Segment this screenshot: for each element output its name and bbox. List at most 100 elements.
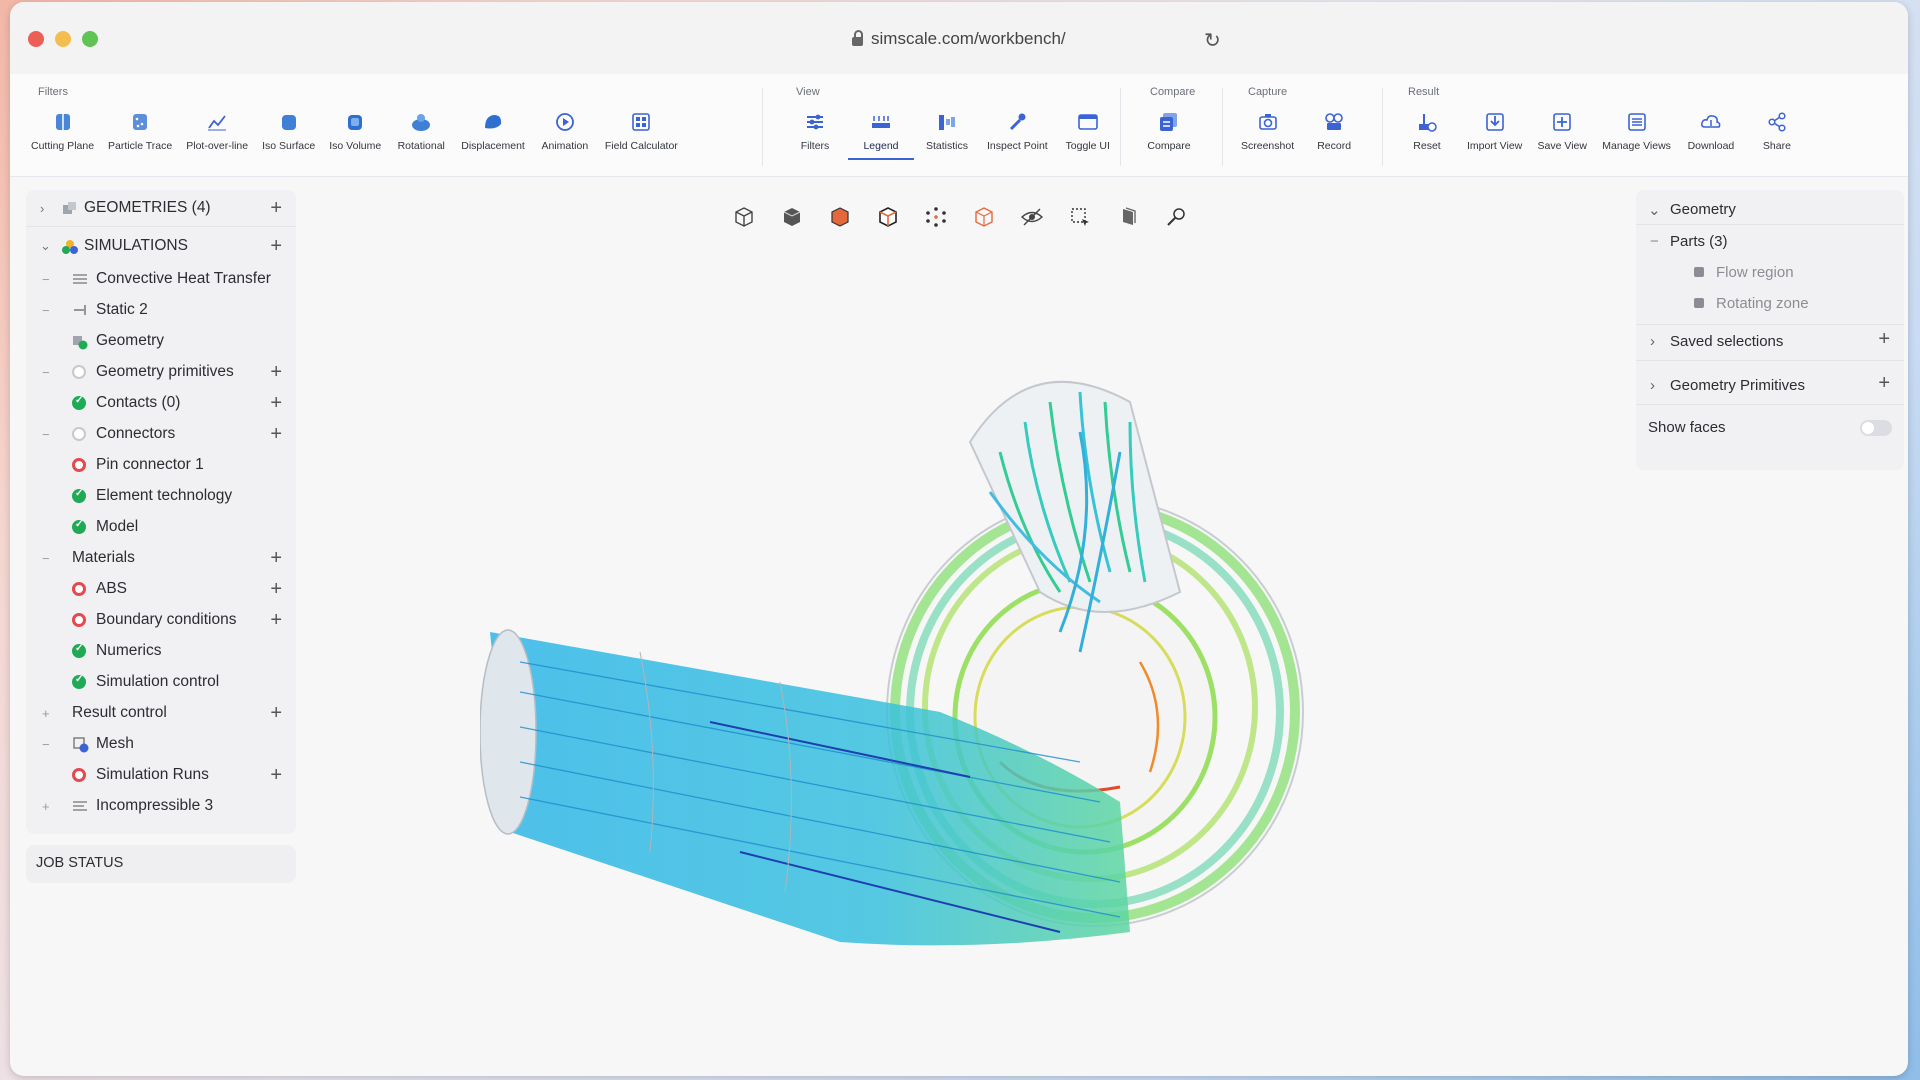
collapse-icon[interactable]: −	[1650, 233, 1659, 250]
tree-item-simulation-runs[interactable]: Simulation Runs +	[26, 761, 296, 789]
add-selection-icon[interactable]: +	[1878, 328, 1890, 351]
add-primitive-icon[interactable]: +	[1878, 372, 1890, 395]
record-button[interactable]: Record	[1301, 110, 1367, 152]
statistics-button[interactable]: Statistics	[914, 110, 980, 160]
view-cube-button[interactable]	[726, 202, 762, 232]
points-view-button[interactable]	[918, 202, 954, 232]
tree-item-boundary-conditions[interactable]: Boundary conditions +	[26, 606, 296, 634]
cube-solid-icon	[783, 208, 801, 226]
simulations-icon	[62, 239, 78, 254]
cloud-download-icon	[1701, 115, 1721, 128]
add-boundary-condition-icon[interactable]: +	[270, 609, 282, 632]
measure-button[interactable]	[1158, 202, 1194, 232]
3d-viewport[interactable]	[479, 332, 1420, 952]
add-contact-icon[interactable]: +	[270, 392, 282, 415]
iso-volume-button[interactable]: Iso Volume	[322, 110, 388, 152]
share-button[interactable]: Share	[1744, 110, 1810, 152]
add-simulation-icon[interactable]: +	[270, 235, 282, 258]
edges-view-button[interactable]	[870, 202, 906, 232]
displacement-button[interactable]: Displacement	[454, 110, 532, 152]
download-button[interactable]: Download	[1678, 110, 1744, 152]
tree-label: Simulation Runs	[96, 766, 209, 783]
tree-item-connectors[interactable]: − Connectors +	[26, 420, 296, 448]
tree-item-static-2[interactable]: − Static 2	[26, 296, 296, 324]
divider	[26, 226, 296, 227]
box-select-button[interactable]	[1062, 202, 1098, 232]
tree-geometries[interactable]: › GEOMETRIES (4) +	[26, 194, 296, 222]
reload-icon[interactable]: ↻	[1204, 28, 1221, 53]
close-window-button[interactable]	[28, 31, 44, 47]
add-simulation-run-icon[interactable]: +	[270, 764, 282, 787]
tree-item-contacts[interactable]: Contacts (0) +	[26, 389, 296, 417]
tree-simulations[interactable]: ⌄ SIMULATIONS +	[26, 232, 296, 260]
add-connector-icon[interactable]: +	[270, 423, 282, 446]
geometry-primitives-label: Geometry Primitives	[1670, 377, 1806, 394]
tree-item-convective-heat-transfer[interactable]: − Convective Heat Transfer	[26, 265, 296, 293]
geometry-section-header[interactable]: ⌄ Geometry	[1636, 194, 1904, 224]
save-view-button[interactable]: Save View	[1529, 110, 1595, 152]
tree-item-abs[interactable]: ABS +	[26, 575, 296, 603]
add-geometry-icon[interactable]: +	[270, 197, 282, 220]
compare-button[interactable]: Compare	[1136, 110, 1202, 152]
toggle-ui-button[interactable]: Toggle UI	[1055, 110, 1121, 160]
eye-hidden-icon	[1020, 208, 1044, 226]
saved-selections-item[interactable]: › Saved selections +	[1636, 326, 1904, 356]
toolbar-divider	[1382, 88, 1383, 166]
geometry-primitives-item[interactable]: › Geometry Primitives +	[1636, 370, 1904, 400]
plot-over-line-button[interactable]: Plot-over-line	[179, 110, 255, 152]
tool-label: Rotational	[397, 140, 445, 152]
tree-item-pin-connector-1[interactable]: Pin connector 1	[26, 451, 296, 479]
chevron-right-icon[interactable]: ›	[1650, 377, 1655, 394]
tree-item-geometry[interactable]: Geometry	[26, 327, 296, 355]
chevron-down-icon[interactable]: ⌄	[40, 238, 51, 254]
animation-button[interactable]: Animation	[532, 110, 598, 152]
show-faces-label: Show faces	[1648, 419, 1726, 436]
flow-region-item[interactable]: Flow region	[1636, 257, 1904, 287]
transparent-view-button[interactable]	[966, 202, 1002, 232]
hide-button[interactable]	[1014, 202, 1050, 232]
tree-item-incompressible-3[interactable]: + Incompressible 3	[26, 792, 296, 820]
parts-item[interactable]: − Parts (3)	[1636, 226, 1904, 256]
particle-trace-button[interactable]: Particle Trace	[101, 110, 179, 152]
iso-surface-button[interactable]: Iso Surface	[255, 110, 322, 152]
filters-view-button[interactable]: Filters	[782, 110, 848, 160]
legend-button[interactable]: Legend	[848, 110, 914, 160]
tree-item-element-technology[interactable]: Element technology	[26, 482, 296, 510]
field-calculator-button[interactable]: Field Calculator	[598, 110, 685, 152]
streamline-visualization	[479, 381, 1304, 946]
job-status-panel[interactable]: JOB STATUS	[26, 845, 296, 883]
minimize-window-button[interactable]	[55, 31, 71, 47]
add-abs-icon[interactable]: +	[270, 578, 282, 601]
tree-item-mesh[interactable]: − Mesh	[26, 730, 296, 758]
divider	[1636, 404, 1904, 405]
manage-views-button[interactable]: Manage Views	[1595, 110, 1678, 152]
surface-view-button[interactable]	[822, 202, 858, 232]
chevron-right-icon[interactable]: ›	[40, 201, 44, 216]
tree-item-simulation-control[interactable]: Simulation control	[26, 668, 296, 696]
screenshot-button[interactable]: Screenshot	[1234, 110, 1301, 152]
tree-item-result-control[interactable]: + Result control +	[26, 699, 296, 727]
status-error-icon	[72, 582, 86, 596]
inspect-point-button[interactable]: Inspect Point	[980, 110, 1055, 160]
rotating-zone-item[interactable]: Rotating zone	[1636, 288, 1904, 318]
cutting-plane-button[interactable]: Cutting Plane	[24, 110, 101, 152]
chevron-down-icon[interactable]: ⌄	[1648, 201, 1661, 219]
tree-item-model[interactable]: Model	[26, 513, 296, 541]
layers-button[interactable]	[1110, 202, 1146, 232]
incompressible-icon	[72, 799, 87, 813]
reset-button[interactable]: Reset	[1394, 110, 1460, 152]
rotational-button[interactable]: Rotational	[388, 110, 454, 152]
add-material-icon[interactable]: +	[270, 547, 282, 570]
tool-label: Iso Surface	[262, 140, 316, 152]
tree-item-numerics[interactable]: Numerics	[26, 637, 296, 665]
chevron-right-icon[interactable]: ›	[1650, 333, 1655, 350]
maximize-window-button[interactable]	[82, 31, 98, 47]
add-geometry-primitive-icon[interactable]: +	[270, 361, 282, 384]
solid-view-button[interactable]	[774, 202, 810, 232]
tree-item-geometry-primitives[interactable]: − Geometry primitives +	[26, 358, 296, 386]
add-result-control-icon[interactable]: +	[270, 702, 282, 725]
tree-item-materials[interactable]: − Materials +	[26, 544, 296, 572]
show-faces-toggle[interactable]	[1860, 420, 1892, 436]
import-view-button[interactable]: Import View	[1460, 110, 1529, 152]
address-bar[interactable]: simscale.com/workbench/	[852, 28, 1066, 50]
